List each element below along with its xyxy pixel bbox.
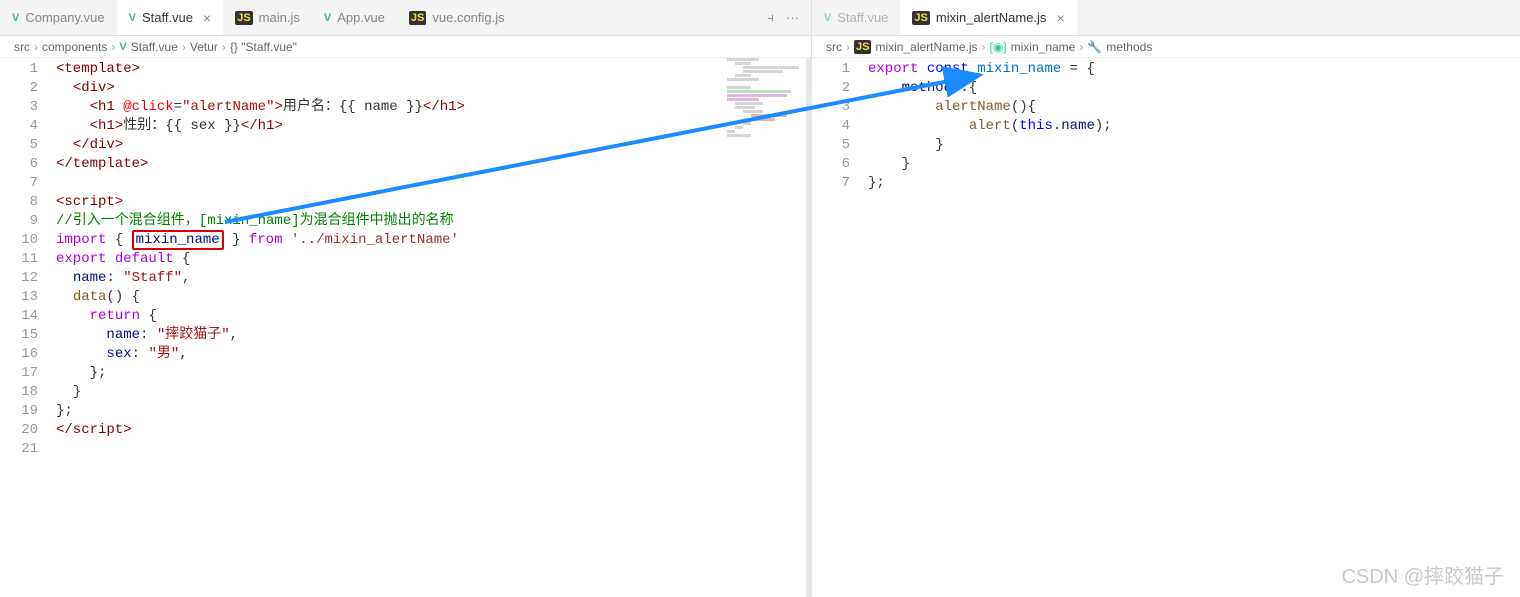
chevron-icon: › [222,40,226,54]
tab-vue-config-js[interactable]: JS vue.config.js [397,0,517,35]
breadcrumb-item[interactable]: Staff.vue [131,40,178,54]
left-tab-bar: V Company.vue V Staff.vue × JS main.js V… [0,0,811,36]
chevron-icon: › [34,40,38,54]
right-tab-bar: V Staff.vue JS mixin_alertName.js × [812,0,1520,36]
breadcrumb-item[interactable]: mixin_alertName.js [875,40,977,54]
tab-label: vue.config.js [432,10,504,25]
left-editor-pane: V Company.vue V Staff.vue × JS main.js V… [0,0,812,597]
js-icon: JS [409,11,426,25]
breadcrumb-item[interactable]: components [42,40,107,54]
right-code-area[interactable]: 1234567 export const mixin_name = { meth… [812,58,1520,597]
code-content[interactable]: export const mixin_name = { methods:{ al… [868,58,1520,597]
tab-label: Company.vue [25,10,104,25]
tab-label: Staff.vue [837,10,888,25]
close-icon[interactable]: × [1056,10,1064,26]
chevron-icon: › [982,40,986,54]
breadcrumb-item[interactable]: src [826,40,842,54]
breadcrumb-item[interactable]: methods [1106,40,1152,54]
breadcrumb-item[interactable]: {} "Staff.vue" [230,40,297,54]
vue-icon: V [824,12,831,24]
breadcrumb-item[interactable]: src [14,40,30,54]
line-gutter: 1234567 [812,58,868,597]
left-breadcrumb[interactable]: src › components › V Staff.vue › Vetur ›… [0,36,811,58]
right-editor-pane: V Staff.vue JS mixin_alertName.js × src … [812,0,1520,597]
chevron-icon: › [1079,40,1083,54]
tab-label: Staff.vue [142,10,193,25]
pane-splitter[interactable] [806,58,812,597]
close-icon[interactable]: × [203,10,211,26]
breadcrumb-item[interactable]: Vetur [190,40,218,54]
chevron-icon: › [182,40,186,54]
more-actions-icon[interactable]: ··· [786,10,799,25]
code-content[interactable]: <template> <div> <h1 @click="alertName">… [56,58,811,597]
js-icon: JS [854,40,871,54]
js-icon: JS [912,11,929,25]
tab-app-vue[interactable]: V App.vue [312,0,397,35]
tab-label: App.vue [337,10,385,25]
editor-container: V Company.vue V Staff.vue × JS main.js V… [0,0,1520,597]
left-code-area[interactable]: 123456789101112131415161718192021 <templ… [0,58,811,597]
breadcrumb-item[interactable]: mixin_name [1011,40,1076,54]
chevron-icon: › [846,40,850,54]
tab-label: main.js [259,10,300,25]
tab-staff-vue-right[interactable]: V Staff.vue [812,0,900,35]
vue-icon: V [129,12,136,24]
js-icon: JS [235,11,252,25]
wrench-icon: 🔧 [1087,40,1102,54]
vue-icon: V [12,12,19,24]
tab-label: mixin_alertName.js [936,10,1047,25]
tab-main-js[interactable]: JS main.js [223,0,312,35]
tab-actions: ⫞ ··· [768,10,812,26]
watermark: CSDN @摔跤猫子 [1341,560,1504,589]
right-breadcrumb[interactable]: src › JS mixin_alertName.js › [◉] mixin_… [812,36,1520,58]
tab-staff-vue[interactable]: V Staff.vue × [117,0,224,35]
split-editor-icon[interactable]: ⫞ [768,10,775,26]
tab-mixin-alertname-js[interactable]: JS mixin_alertName.js × [900,0,1076,35]
vue-icon: V [119,41,126,53]
tab-company-vue[interactable]: V Company.vue [0,0,117,35]
vue-icon: V [324,12,331,24]
line-gutter: 123456789101112131415161718192021 [0,58,56,597]
chevron-icon: › [111,40,115,54]
